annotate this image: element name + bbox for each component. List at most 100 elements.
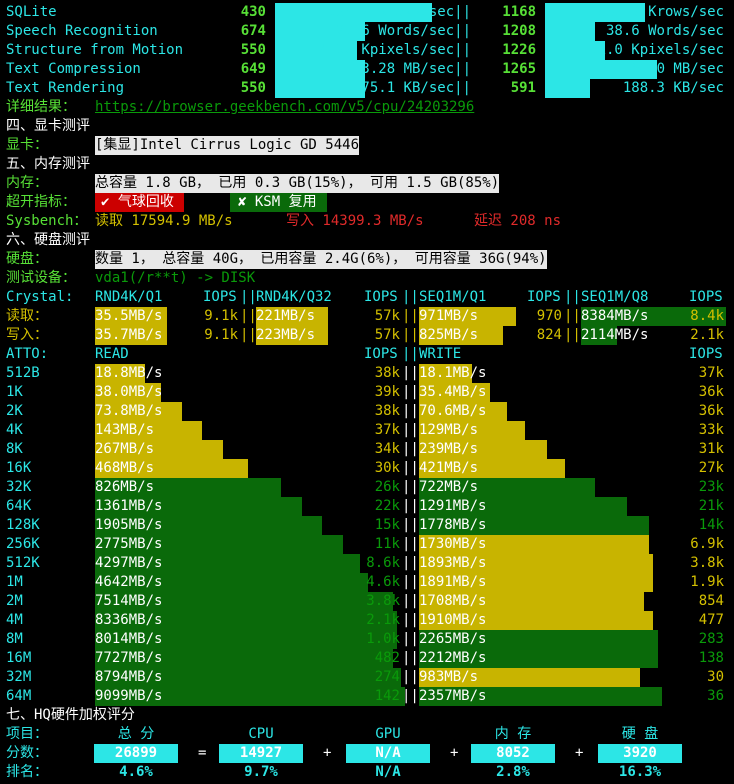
atto-read-iops: 38k xyxy=(374,365,400,381)
hq-section-title: 七、HQ硬件加权评分 xyxy=(0,706,734,725)
mem-section-title: 五、内存测评 xyxy=(0,155,734,174)
crystal-iops: 9.1k xyxy=(204,308,238,324)
atto-write-iops: 33k xyxy=(698,422,724,438)
crystal-iops: 970 xyxy=(536,308,562,324)
atto-write-speed: 2357MB/s xyxy=(419,688,487,704)
atto-size: 32M xyxy=(6,669,32,685)
geekbench-value-2: 11.0 Kpixels/sec xyxy=(589,42,724,58)
atto-separator: || xyxy=(402,593,419,609)
atto-read-speed: 38.0MB/s xyxy=(95,384,163,400)
atto-row: 2M 7514MB/s 3.8k || 1708MB/s 854 xyxy=(0,592,734,611)
atto-row: 512K 4297MB/s 8.6k || 1893MB/s 3.8k xyxy=(0,554,734,573)
crystal-h3: SEQ1M/Q1 xyxy=(419,289,487,305)
atto-separator: || xyxy=(402,669,419,685)
atto-write-speed: 239MB/s xyxy=(419,441,479,457)
atto-read-speed: 4297MB/s xyxy=(95,555,163,571)
atto-write-speed: 35.4MB/s xyxy=(419,384,487,400)
atto-row: 1M 4642MB/s 4.6k || 1891MB/s 1.9k xyxy=(0,573,734,592)
geekbench-bar xyxy=(275,79,365,98)
mem-row: 内存： 总容量 1.8 GB， 已用 0.3 GB(15%)， 可用 1.5 G… xyxy=(0,174,734,193)
atto-size: 2M xyxy=(6,593,23,609)
hq-operator: + xyxy=(575,745,584,761)
atto-read-iops: 2.1k xyxy=(366,612,400,628)
atto-separator: || xyxy=(402,422,419,438)
hq-operator: + xyxy=(450,745,459,761)
atto-write-speed: 421MB/s xyxy=(419,460,479,476)
crystal-label: Crystal: xyxy=(6,289,74,305)
geekbench-bar-2 xyxy=(545,79,590,98)
atto-read-iops: 8.6k xyxy=(366,555,400,571)
atto-read-speed: 8794MB/s xyxy=(95,669,163,685)
geekbench-name: SQLite xyxy=(6,4,57,20)
atto-read-speed: 73.8MB/s xyxy=(95,403,163,419)
atto-separator: || xyxy=(402,517,419,533)
crystal-separator: || xyxy=(240,327,257,343)
atto-separator: || xyxy=(402,555,419,571)
atto-read-iops: 26k xyxy=(374,479,400,495)
atto-write-speed: 129MB/s xyxy=(419,422,479,438)
atto-write-speed: 1891MB/s xyxy=(419,574,487,590)
crystal-iops: 2.1k xyxy=(690,327,724,343)
atto-write-iops: 138 xyxy=(698,650,724,666)
hq-items-row: 项目： 总 分 CPU GPU 内 存 硬 盘 xyxy=(0,725,734,744)
crystal-iops: 57k xyxy=(374,327,400,343)
mem-label: 内存： xyxy=(6,175,48,191)
atto-row: 32M 8794MB/s 274 || 983MB/s 30 xyxy=(0,668,734,687)
hq-rank-value: 16.3% xyxy=(618,764,662,780)
atto-read-iops: 34k xyxy=(374,441,400,457)
atto-write-iops: 3.8k xyxy=(690,555,724,571)
atto-write-header: WRITE xyxy=(419,346,462,362)
atto-write-iops: 14k xyxy=(698,517,724,533)
hq-rank-value: 2.8% xyxy=(496,764,530,780)
atto-read-iops: 3.8k xyxy=(366,593,400,609)
disk-label: 硬盘： xyxy=(6,251,48,267)
result-row: 详细结果： https://browser.geekbench.com/v5/c… xyxy=(0,98,734,117)
gpu-section-title: 四、显卡测评 xyxy=(0,117,734,136)
crystal-h2: RND4K/Q32 xyxy=(256,289,332,305)
disk-section-label: 六、硬盘测评 xyxy=(6,232,90,248)
atto-separator: || xyxy=(402,688,419,704)
geekbench-bar-2 xyxy=(545,22,595,41)
hq-score-value: 3920 xyxy=(598,744,682,763)
hq-scores-row: 分数： 26899 14927 N/A 8052 3920 = + + + xyxy=(0,744,734,763)
atto-separator: || xyxy=(402,650,419,666)
atto-separator: || xyxy=(402,536,419,552)
geekbench-value: 3.28 MB/sec|| xyxy=(361,61,471,77)
atto-read-header: READ xyxy=(95,346,129,362)
crystal-h1-iops: IOPS xyxy=(203,289,237,305)
geekbench-value: 4.92 Kpixels/sec|| xyxy=(319,42,471,58)
atto-write-iops: 1.9k xyxy=(690,574,724,590)
atto-write-speed: 722MB/s xyxy=(419,479,479,495)
atto-row: 32K 826MB/s 26k || 722MB/s 23k xyxy=(0,478,734,497)
crystal-iops: 8.4k xyxy=(690,308,724,324)
crystal-header: Crystal: RND4K/Q1 IOPS || RND4K/Q32 IOPS… xyxy=(6,289,723,305)
gpu-section-label: 四、显卡测评 xyxy=(6,118,90,134)
atto-read-iops: 274 xyxy=(374,669,400,685)
atto-write-iops: 36 xyxy=(707,688,724,704)
sysbench-write: 写入 14399.3 MB/s xyxy=(286,213,424,229)
disk-section-title: 六、硬盘测评 xyxy=(0,231,734,250)
geekbench-score-2: 1168 xyxy=(502,4,536,20)
atto-size: 512B xyxy=(6,365,40,381)
atto-read-speed: 826MB/s xyxy=(95,479,155,495)
atto-read-speed: 4642MB/s xyxy=(95,574,163,590)
atto-row: 1K 38.0MB/s 39k || 35.4MB/s 36k xyxy=(0,383,734,402)
disk-value: 数量 1， 总容量 40G， 已用容量 2.4G(6%)， 可用容量 36G(9… xyxy=(95,250,547,269)
geekbench-row: Text Rendering 550 175.1 KB/sec|| 591 188.3 … xyxy=(0,79,734,98)
crystal-separator: || xyxy=(564,327,581,343)
atto-separator: || xyxy=(402,460,419,476)
atto-read-iops: 38k xyxy=(374,403,400,419)
geekbench-name: Structure from Motion xyxy=(6,42,184,58)
crystal-speed: 35.5MB/s xyxy=(95,308,163,324)
geekbench-value-2: 38.6 Words/sec xyxy=(605,23,724,39)
test-device-value: vda1(/r**t) -> DISK xyxy=(95,270,256,286)
atto-row: 16M 7727MB/s 482 || 2212MB/s 138 xyxy=(0,649,734,668)
hq-score-value: 26899 xyxy=(94,744,178,763)
atto-read-iops: 1.0k xyxy=(366,631,400,647)
atto-row: 64K 1361MB/s 22k || 1291MB/s 21k xyxy=(0,497,734,516)
crystal-speed: 35.7MB/s xyxy=(95,327,163,343)
atto-row: 4K 143MB/s 37k || 129MB/s 33k xyxy=(0,421,734,440)
atto-read-iops-header: IOPS xyxy=(364,346,398,362)
result-link[interactable]: https://browser.geekbench.com/v5/cpu/242… xyxy=(95,98,474,117)
geekbench-row: Text Compression 649 3.28 MB/sec|| 1265 6.40… xyxy=(0,60,734,79)
